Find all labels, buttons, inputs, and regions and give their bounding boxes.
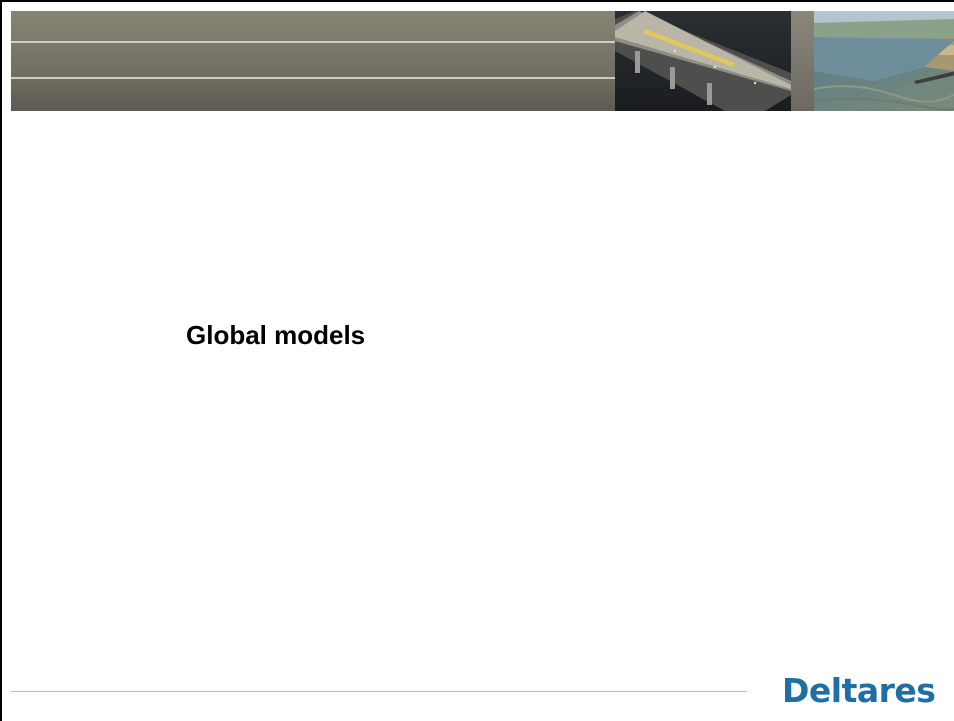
footer-divider [11,691,747,692]
slide: Global models Deltares [0,0,954,721]
bridge-photo [615,11,791,111]
header-gap [791,11,814,111]
slide-title: Global models [186,320,366,350]
deltares-logo: Deltares [782,671,936,710]
river-aerial-photo [814,11,954,111]
header-banner [11,11,954,111]
